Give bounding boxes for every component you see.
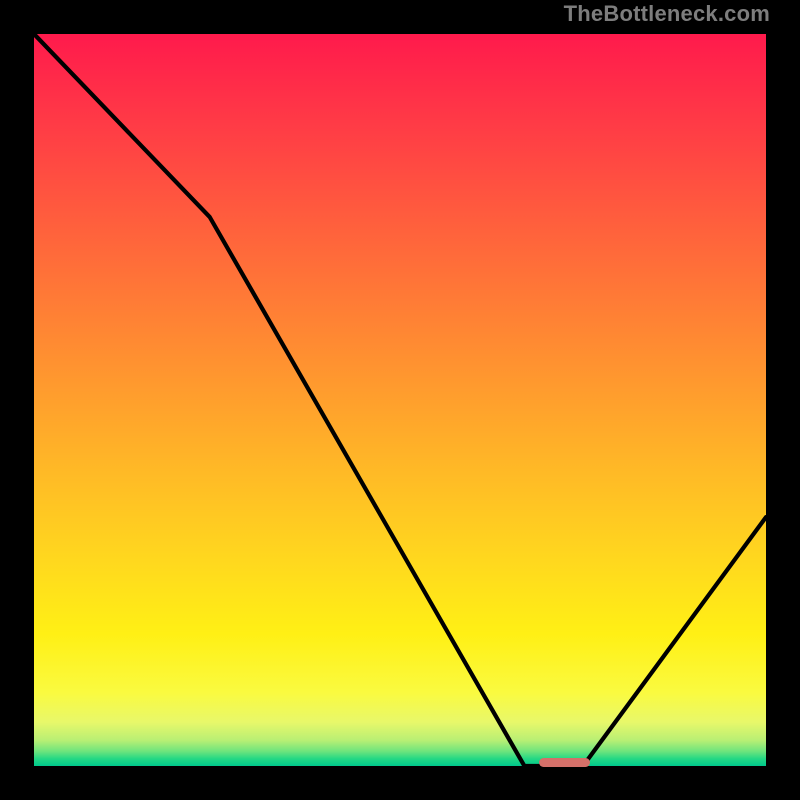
bottleneck-curve xyxy=(34,34,766,766)
chart-frame: TheBottleneck.com xyxy=(0,0,800,800)
watermark-label: TheBottleneck.com xyxy=(564,3,770,25)
optimum-marker xyxy=(539,758,590,767)
plot-area xyxy=(34,34,766,766)
curve-path xyxy=(34,34,766,766)
